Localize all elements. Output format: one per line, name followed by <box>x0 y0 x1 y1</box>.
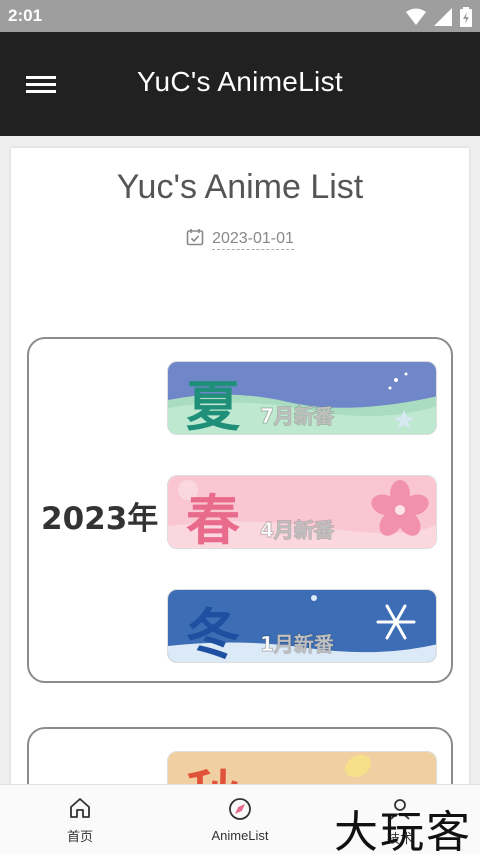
nav-item-home[interactable]: 首页 <box>20 785 140 854</box>
app-bar: YuC's AnimeList <box>0 32 480 136</box>
summer-banner[interactable]: 夏 7月新番 <box>167 361 437 435</box>
summer-glyph: 夏 <box>186 375 240 435</box>
year-label: 2023年 <box>41 501 159 537</box>
app-title: YuC's AnimeList <box>137 66 343 97</box>
year-section-previous: 秋 <box>27 727 453 788</box>
spring-banner[interactable]: 春 4月新番 <box>167 475 437 549</box>
year-section-2023: 2023年 夏 7月新番 春 4月新番 冬 1月新番 <box>27 337 453 683</box>
autumn-banner[interactable]: 秋 <box>167 751 437 788</box>
signal-icon <box>434 8 452 30</box>
post-date-link[interactable]: 2023-01-01 <box>212 230 294 250</box>
nav-label-animelist: AnimeList <box>211 828 269 843</box>
compass-icon <box>228 797 252 825</box>
winter-subtitle: 1月新番 <box>260 632 335 657</box>
spring-glyph: 春 <box>186 489 240 549</box>
nav-item-animelist[interactable]: AnimeList <box>180 785 300 854</box>
nav-label-home: 首页 <box>66 829 93 844</box>
page-title: Yuc's Anime List <box>116 168 364 206</box>
winter-glyph: 冬 <box>186 603 240 663</box>
watermark: 大玩客 <box>334 807 472 854</box>
post-date: 2023-01-01 <box>11 228 469 251</box>
status-icons <box>406 7 472 31</box>
content-card: Yuc's Anime List 2023-01-01 2023年 夏 7月新番 <box>11 148 469 788</box>
battery-icon <box>460 7 472 31</box>
status-time: 2:01 <box>8 6 43 25</box>
calendar-icon <box>186 228 204 251</box>
wifi-icon <box>406 8 426 30</box>
spring-subtitle: 4月新番 <box>260 518 335 543</box>
winter-banner[interactable]: 冬 1月新番 <box>167 589 437 663</box>
home-icon <box>68 797 92 823</box>
autumn-glyph: 秋 <box>186 752 240 788</box>
summer-subtitle: 7月新番 <box>260 404 335 429</box>
status-bar: 2:01 <box>0 0 480 32</box>
